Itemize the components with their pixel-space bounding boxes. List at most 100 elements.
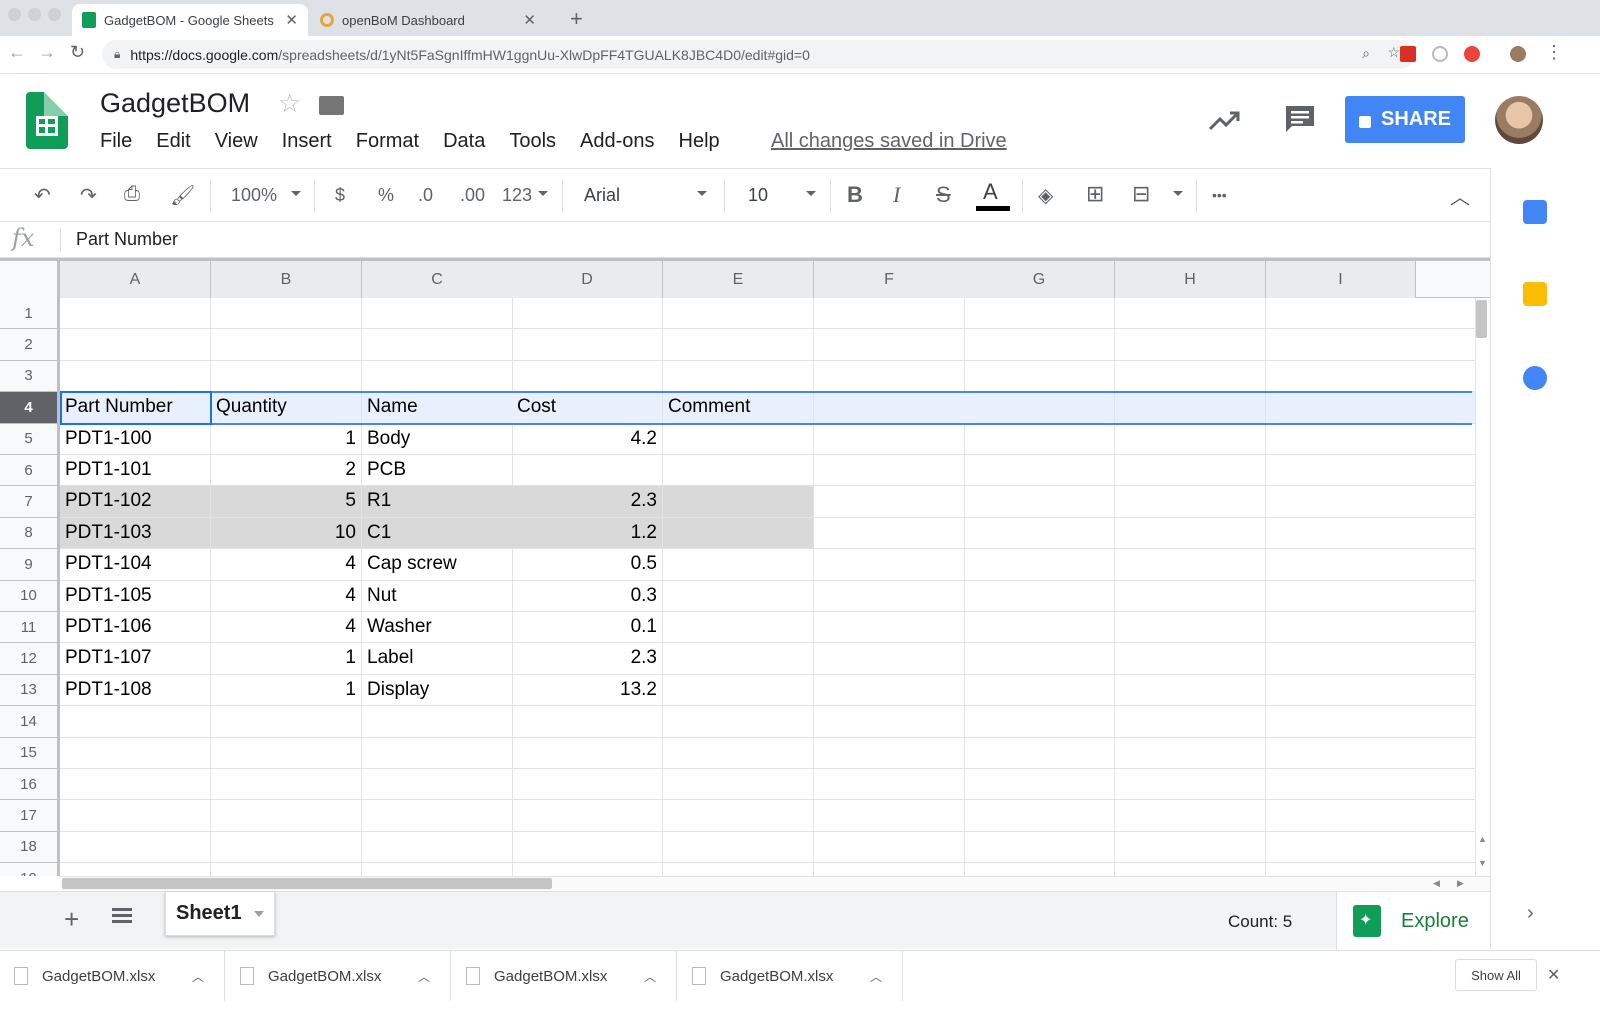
cell-g15[interactable] [964,737,1115,769]
cell-a16[interactable] [60,769,211,801]
chevron-down-icon[interactable] [253,910,264,917]
expand-panel-chevron-icon[interactable]: › [1527,902,1534,925]
cell-g13[interactable] [964,674,1115,707]
scroll-up-icon[interactable]: ▲ [1478,834,1487,844]
vertical-scrollbar-thumb[interactable] [1476,300,1487,338]
cell-e17[interactable] [663,800,814,832]
cell-d12[interactable]: 2.3 [512,643,663,675]
cell-d1[interactable] [512,298,663,330]
cell-g18[interactable] [964,831,1115,864]
row-header-13[interactable]: 13 [0,674,60,707]
cell-d9[interactable]: 0.5 [512,549,663,581]
selection-count[interactable]: Count: 5 [1228,912,1292,932]
cell-f3[interactable] [814,360,965,393]
cell-f17[interactable] [814,800,965,832]
increase-decimal-button[interactable]: .00 [460,185,485,206]
cell-b18[interactable] [211,831,362,864]
cell-f19[interactable] [814,863,965,876]
cell-i15[interactable] [1266,737,1476,769]
show-all-downloads-button[interactable]: Show All [1455,959,1537,991]
sheet-tab[interactable]: Sheet1 [165,892,275,936]
cell-b12[interactable]: 1 [211,643,362,675]
reload-icon[interactable]: ↻ [70,42,85,63]
cell-e6[interactable] [663,455,814,487]
chevron-up-icon[interactable]: ︿ [870,968,882,985]
cell-i6[interactable] [1266,455,1476,487]
cell-i11[interactable] [1266,612,1476,644]
cell-h19[interactable] [1115,863,1266,876]
cell-i18[interactable] [1266,831,1476,864]
cell-a5[interactable]: PDT1-100 [60,423,211,455]
avatar[interactable] [1495,96,1543,144]
cell-h5[interactable] [1115,423,1266,455]
cell-e10[interactable] [663,580,814,612]
cell-c19[interactable] [362,863,513,876]
cell-a6[interactable]: PDT1-101 [60,455,211,487]
browser-menu-icon[interactable]: ⋮ [1545,42,1563,63]
cell-g7[interactable] [964,486,1115,518]
cell-b2[interactable] [211,329,362,361]
cell-c8[interactable]: C1 [362,517,513,550]
new-tab-button[interactable]: + [570,6,583,32]
cell-a13[interactable]: PDT1-108 [60,674,211,707]
cell-e12[interactable] [663,643,814,675]
cell-e14[interactable] [663,706,814,738]
column-header-f[interactable]: F [814,261,965,298]
cell-d2[interactable] [512,329,663,361]
cell-a15[interactable] [60,737,211,769]
cell-f14[interactable] [814,706,965,738]
cell-b13[interactable]: 1 [211,674,362,707]
fill-color-icon[interactable]: ◈ [1038,183,1053,208]
tasks-icon[interactable] [1523,366,1547,390]
column-header-d[interactable]: D [512,261,663,298]
zoom-select[interactable]: 100% [231,185,277,206]
cell-g19[interactable] [964,863,1115,876]
cell-a12[interactable]: PDT1-107 [60,643,211,675]
menu-tools[interactable]: Tools [509,130,556,153]
cell-a10[interactable]: PDT1-105 [60,580,211,612]
cell-f8[interactable] [814,517,965,550]
cell-i17[interactable] [1266,800,1476,832]
scroll-right-icon[interactable]: ▶ [1457,878,1464,889]
cell-h10[interactable] [1115,580,1266,612]
cell-e11[interactable] [663,612,814,644]
cell-e9[interactable] [663,549,814,581]
cell-f13[interactable] [814,674,965,707]
row-header-6[interactable]: 6 [0,455,60,487]
extension-icon[interactable] [1432,46,1448,62]
cell-c12[interactable]: Label [362,643,513,675]
cell-c4[interactable]: Name [362,392,513,424]
cell-a19[interactable] [60,863,211,876]
cell-d17[interactable] [512,800,663,832]
share-button[interactable]: SHARE [1345,96,1465,143]
cell-b15[interactable] [211,737,362,769]
extension-icon[interactable] [1464,46,1480,62]
cell-h7[interactable] [1115,486,1266,518]
cell-a14[interactable] [60,706,211,738]
row-header-9[interactable]: 9 [0,549,60,581]
row-header-19[interactable]: 19 [0,863,60,876]
close-icon[interactable]: ✕ [523,11,536,29]
cell-g10[interactable] [964,580,1115,612]
cell-f9[interactable] [814,549,965,581]
cell-c5[interactable]: Body [362,423,513,455]
cell-c17[interactable] [362,800,513,832]
cell-g1[interactable] [964,298,1115,330]
cell-e1[interactable] [663,298,814,330]
forward-icon[interactable]: → [38,42,56,63]
percent-format-button[interactable]: % [378,185,394,206]
all-sheets-list-icon[interactable] [112,908,132,926]
row-header-3[interactable]: 3 [0,360,60,393]
cell-i10[interactable] [1266,580,1476,612]
formula-input[interactable]: Part Number [76,229,178,250]
paint-format-icon[interactable]: 🖌︎ [170,183,195,208]
cell-i12[interactable] [1266,643,1476,675]
font-select[interactable]: Arial [584,185,620,206]
cell-b19[interactable] [211,863,362,876]
cell-a18[interactable] [60,831,211,864]
row-header-18[interactable]: 18 [0,831,60,864]
download-item[interactable]: GadgetBOM.xlsx ︿ [452,951,677,1001]
row-header-11[interactable]: 11 [0,612,60,644]
cell-a7[interactable]: PDT1-102 [60,486,211,518]
row-header-1[interactable]: 1 [0,298,60,330]
